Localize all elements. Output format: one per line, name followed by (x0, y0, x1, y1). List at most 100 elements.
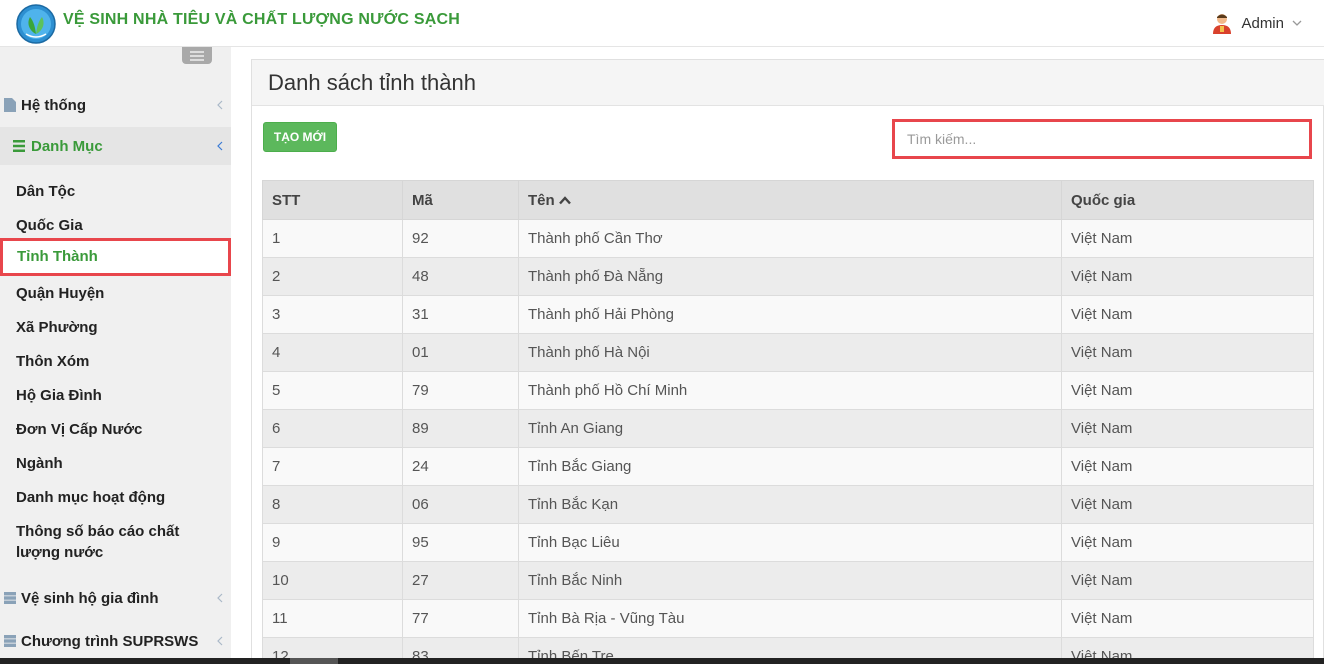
sidebar-item-tinh-thanh[interactable]: Tỉnh Thành (0, 238, 231, 276)
chevron-down-icon (1292, 20, 1302, 26)
cell-ten: Tỉnh Bà Rịa - Vũng Tàu (518, 599, 1062, 638)
table-row[interactable]: 5 79 Thành phố Hồ Chí Minh Việt Nam (262, 371, 1314, 410)
scrollbar-thumb[interactable] (290, 658, 338, 664)
sidebar-group-label: Danh Mục (31, 137, 103, 155)
cell-stt: 2 (262, 257, 403, 296)
cell-quoc-gia: Việt Nam (1061, 333, 1314, 372)
table-row[interactable]: 4 01 Thành phố Hà Nội Việt Nam (262, 333, 1314, 372)
cell-ten: Tỉnh Bạc Liêu (518, 523, 1062, 562)
cell-ten: Thành phố Hà Nội (518, 333, 1062, 372)
cell-ma: 01 (402, 333, 519, 372)
cell-quoc-gia: Việt Nam (1061, 561, 1314, 600)
sidebar-item-don-vi-cap-nuoc[interactable]: Đơn Vị Cấp Nước (0, 419, 231, 440)
table-row[interactable]: 11 77 Tỉnh Bà Rịa - Vũng Tàu Việt Nam (262, 599, 1314, 638)
chevron-left-icon (217, 141, 223, 151)
table-row[interactable]: 7 24 Tỉnh Bắc Giang Việt Nam (262, 447, 1314, 486)
sidebar-item-quoc-gia[interactable]: Quốc Gia (0, 215, 231, 236)
search-input[interactable] (892, 119, 1312, 159)
sidebar-item-danh-muc-hoat-dong[interactable]: Danh mục hoạt động (0, 487, 231, 508)
sidebar-item-nganh[interactable]: Ngành (0, 453, 231, 474)
cell-quoc-gia: Việt Nam (1061, 295, 1314, 334)
cell-ten: Tỉnh An Giang (518, 409, 1062, 448)
chevron-left-icon (217, 100, 223, 110)
server-icon (4, 635, 16, 647)
table-row[interactable]: 8 06 Tỉnh Bắc Kạn Việt Nam (262, 485, 1314, 524)
cell-ten: Tỉnh Bắc Kạn (518, 485, 1062, 524)
province-table: STT Mã Tên Quốc gia 1 92 Thành phố Cần Thơ… (262, 180, 1314, 664)
cell-stt: 3 (262, 295, 403, 334)
sidebar-item-thong-so-bao-cao[interactable]: Thông số báo cáo chất lượng nước (0, 521, 200, 563)
file-icon (4, 98, 16, 112)
horizontal-scrollbar[interactable] (0, 658, 1324, 664)
panel-header: Danh sách tỉnh thành (252, 60, 1324, 106)
cell-ma: 89 (402, 409, 519, 448)
column-header-stt[interactable]: STT (262, 180, 403, 220)
cell-ten: Tỉnh Bắc Ninh (518, 561, 1062, 600)
table-header-row: STT Mã Tên Quốc gia (262, 180, 1314, 220)
column-header-label: Tên (528, 191, 555, 209)
cell-ma: 92 (402, 219, 519, 258)
cell-quoc-gia: Việt Nam (1061, 447, 1314, 486)
column-header-label: STT (272, 191, 301, 209)
cell-quoc-gia: Việt Nam (1061, 257, 1314, 296)
table-row[interactable]: 3 31 Thành phố Hải Phòng Việt Nam (262, 295, 1314, 334)
cell-quoc-gia: Việt Nam (1061, 219, 1314, 258)
cell-quoc-gia: Việt Nam (1061, 409, 1314, 448)
sidebar-group-ve-sinh-ho-gia-dinh[interactable]: Vệ sinh hộ gia đình (0, 579, 231, 617)
cell-stt: 8 (262, 485, 403, 524)
cell-quoc-gia: Việt Nam (1061, 485, 1314, 524)
sidebar-group-he-thong[interactable]: Hệ thống (0, 86, 231, 124)
cell-stt: 7 (262, 447, 403, 486)
app-title[interactable]: VỆ SINH NHÀ TIÊU VÀ CHẤT LƯỢNG NƯỚC SẠCH (63, 11, 460, 29)
cell-stt: 1 (262, 219, 403, 258)
cell-ten: Thành phố Hồ Chí Minh (518, 371, 1062, 410)
create-new-button[interactable]: TẠO MỚI (263, 122, 337, 152)
sidebar-group-chuong-trinh-suprsws[interactable]: Chương trình SUPRSWS (0, 622, 231, 660)
cell-stt: 4 (262, 333, 403, 372)
user-name: Admin (1241, 14, 1284, 32)
sidebar-item-ho-gia-dinh[interactable]: Hộ Gia Đình (0, 385, 231, 406)
list-icon (13, 140, 25, 152)
cell-stt: 9 (262, 523, 403, 562)
sidebar-group-danh-muc[interactable]: Danh Mục (0, 127, 231, 165)
sidebar-group-label: Hệ thống (21, 96, 86, 114)
table-row[interactable]: 9 95 Tỉnh Bạc Liêu Việt Nam (262, 523, 1314, 562)
table-row[interactable]: 10 27 Tỉnh Bắc Ninh Việt Nam (262, 561, 1314, 600)
sidebar: Hệ thống Danh Mục Dân Tộc Quốc Gia Tỉnh … (0, 47, 231, 664)
table-row[interactable]: 6 89 Tỉnh An Giang Việt Nam (262, 409, 1314, 448)
sort-ascending-icon (558, 196, 571, 205)
cell-ma: 79 (402, 371, 519, 410)
sidebar-toggle-button[interactable] (182, 47, 212, 64)
cell-ma: 77 (402, 599, 519, 638)
cell-stt: 6 (262, 409, 403, 448)
cell-quoc-gia: Việt Nam (1061, 599, 1314, 638)
column-header-ma[interactable]: Mã (402, 180, 519, 220)
chevron-left-icon (217, 636, 223, 646)
user-menu[interactable]: Admin (1211, 12, 1302, 34)
cell-ten: Thành phố Đà Nẵng (518, 257, 1062, 296)
column-header-label: Quốc gia (1071, 191, 1136, 209)
server-icon (4, 592, 16, 604)
sidebar-group-label: Chương trình SUPRSWS (21, 632, 199, 650)
table-row[interactable]: 1 92 Thành phố Cần Thơ Việt Nam (262, 219, 1314, 258)
sidebar-item-dan-toc[interactable]: Dân Tộc (0, 181, 231, 202)
cell-stt: 10 (262, 561, 403, 600)
cell-ma: 48 (402, 257, 519, 296)
cell-ma: 24 (402, 447, 519, 486)
cell-stt: 5 (262, 371, 403, 410)
table-row[interactable]: 2 48 Thành phố Đà Nẵng Việt Nam (262, 257, 1314, 296)
cell-quoc-gia: Việt Nam (1061, 523, 1314, 562)
chevron-left-icon (217, 593, 223, 603)
app-logo-icon[interactable] (16, 4, 56, 44)
province-list-panel: Danh sách tỉnh thành TẠO MỚI STT Mã Tên … (251, 59, 1324, 664)
sidebar-item-quan-huyen[interactable]: Quận Huyện (0, 283, 231, 304)
sidebar-item-thon-xom[interactable]: Thôn Xóm (0, 351, 231, 372)
column-header-quoc-gia[interactable]: Quốc gia (1061, 180, 1314, 220)
column-header-label: Mã (412, 191, 433, 209)
sidebar-group-label: Vệ sinh hộ gia đình (21, 589, 159, 607)
column-header-ten[interactable]: Tên (518, 180, 1062, 220)
cell-ma: 95 (402, 523, 519, 562)
cell-ma: 31 (402, 295, 519, 334)
sidebar-item-xa-phuong[interactable]: Xã Phường (0, 317, 231, 338)
cell-ma: 27 (402, 561, 519, 600)
